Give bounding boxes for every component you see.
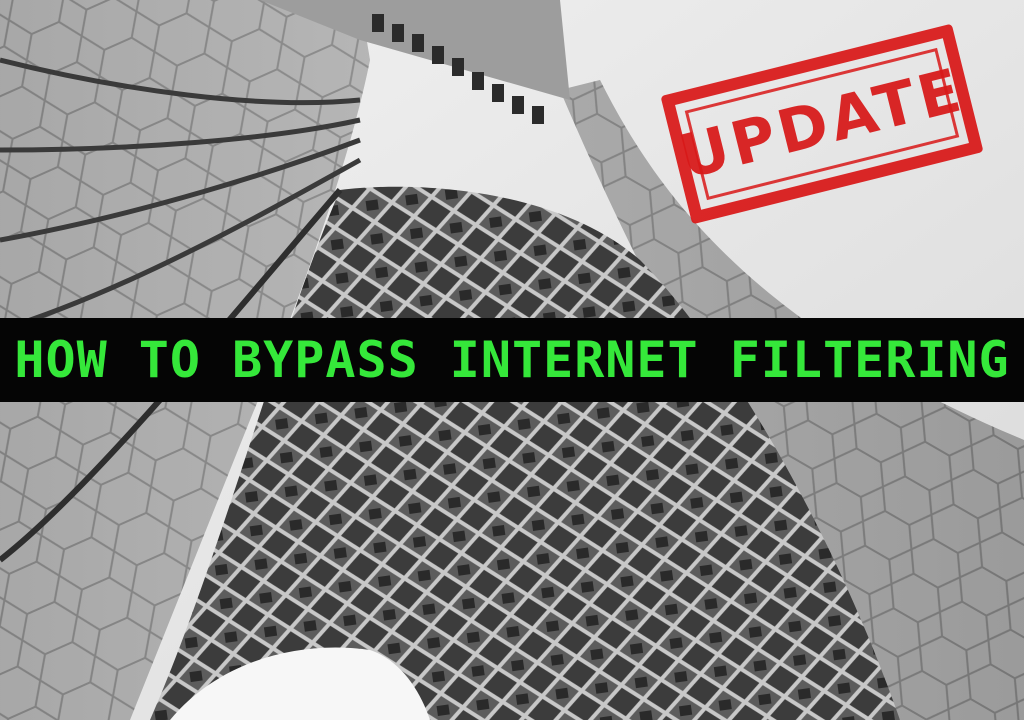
hero-image: UPDATE HOW TO BYPASS INTERNET FILTERING <box>0 0 1024 720</box>
headline-text: HOW TO BYPASS INTERNET FILTERING <box>14 331 1010 389</box>
headline-banner: HOW TO BYPASS INTERNET FILTERING <box>0 318 1024 402</box>
